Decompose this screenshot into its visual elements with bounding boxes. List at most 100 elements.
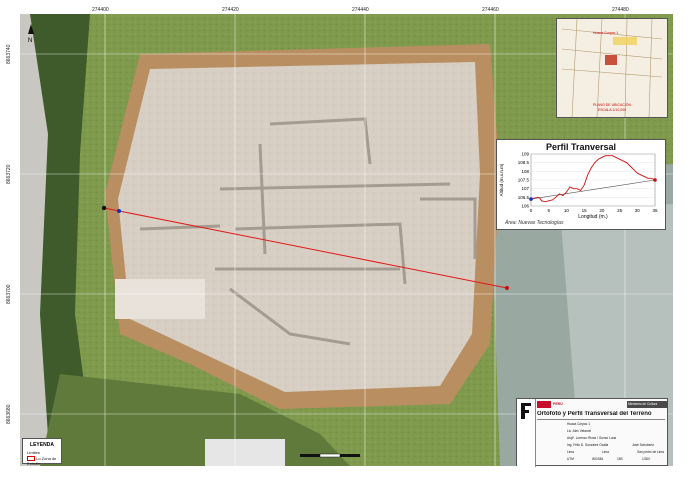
profile-point — [594, 162, 596, 164]
title-block: PERÚ Ministerio de Cultura Ortofoto y Pe… — [516, 398, 668, 467]
profile-point — [562, 195, 564, 196]
profile-point — [629, 165, 631, 167]
tb-datum: WGS84 — [592, 457, 604, 461]
cleared-platform — [115, 279, 205, 319]
tick-left-1: 8663740 — [6, 44, 12, 64]
transect-blue-marker — [117, 209, 121, 213]
profile-point — [573, 188, 574, 190]
profile-ytick-label: 107.5 — [518, 178, 530, 183]
svg-text:N: N — [28, 38, 32, 44]
profile-point — [539, 197, 541, 199]
profile-point — [551, 199, 553, 201]
profile-xtick-label: 30 — [635, 208, 641, 213]
profile-xtick-label: 20 — [599, 208, 605, 213]
legend-box: LEYENDA Límites Lo Zona de Estudio — [22, 438, 62, 466]
profile-point — [605, 155, 606, 157]
profile-ytick-label: 106.5 — [518, 195, 530, 200]
title-block-logo-area — [517, 399, 536, 467]
profile-point — [534, 197, 535, 199]
profile-start-point — [529, 197, 533, 201]
profile-point — [544, 201, 546, 203]
profile-point — [601, 157, 603, 158]
profile-ytick-label: 109 — [521, 152, 529, 157]
tick-top-2: 274420 — [222, 7, 239, 13]
transect-end-marker — [505, 286, 509, 290]
tick-left-2: 8663720 — [6, 164, 12, 184]
profile-xtick-label: 15 — [582, 208, 588, 213]
profile-point — [644, 176, 645, 177]
title-block-ministry: Ministerio de Cultura — [627, 401, 668, 408]
profile-point — [651, 177, 652, 179]
profile-point — [647, 177, 649, 179]
profile-point — [590, 167, 592, 169]
scale-bar — [300, 453, 360, 458]
profile-point — [566, 191, 567, 193]
profile-point — [576, 188, 578, 190]
location-inset: Huaca Corpac 1 PLANO DE UBICACIÓN ESCALA… — [556, 18, 668, 118]
profile-ytick-label: 108 — [521, 169, 529, 174]
title-block-title: Ortofoto y Perfil Transversal del Terren… — [537, 411, 652, 417]
profile-point — [636, 172, 638, 174]
profile-xtick-label: 5 — [547, 208, 550, 213]
profile-xtick-label: 0 — [530, 208, 533, 213]
profile-point — [548, 200, 550, 202]
profile-note: Área: Nuevas Tecnologías — [505, 220, 564, 226]
tb-author: Lic. Alex Velarcel — [567, 429, 592, 433]
profile-chart: 106 106.5 107 107.5 108 108.5 109 0 5 10 15 20 25 30 3… — [499, 152, 658, 221]
profile-point — [626, 162, 628, 164]
peru-flag-badge — [537, 401, 551, 408]
profile-ytick-label: 108.5 — [518, 160, 530, 165]
profile-xtick-label: 35 — [652, 208, 658, 213]
tick-left-3: 8663700 — [6, 284, 12, 304]
tb-province: Lima — [602, 450, 609, 454]
profile-point — [622, 160, 624, 162]
tick-top-1: 274400 — [92, 7, 109, 13]
tick-top-5: 274480 — [612, 7, 629, 13]
profile-point — [615, 157, 617, 158]
tick-top-3: 274440 — [352, 7, 369, 13]
profile-point — [580, 190, 581, 191]
profile-ylabel: Altitud (m.s.n.m) — [499, 163, 504, 196]
profile-point — [541, 200, 542, 202]
profile-ytick-label: 106 — [521, 204, 529, 209]
inset-caption-2: ESCALA 1/10,000 — [597, 108, 627, 112]
tb-team: Arqtº. Lorenzo Rioss / Gonzo Luna — [567, 436, 617, 440]
tb-dept: Lima — [567, 450, 574, 454]
inset-caption-1: PLANO DE UBICACIÓN — [592, 103, 632, 107]
building-bottom — [205, 439, 285, 466]
profile-point — [583, 184, 585, 186]
profile-point — [555, 196, 557, 198]
tb-engineer: Ing. Félix D. Gonzalez Ocalla — [567, 443, 609, 447]
profile-point — [633, 169, 635, 170]
tb-scale: 1/300 — [642, 457, 650, 461]
tb-site: Huaca Corpac 1 — [567, 422, 591, 426]
legend-item-row: Lo Zona de Estudio — [27, 456, 61, 466]
tick-top-4: 274460 — [482, 7, 499, 13]
profile-point — [619, 158, 620, 160]
profile-point — [612, 155, 613, 157]
legend-title: LEYENDA — [30, 442, 54, 448]
legend-subtitle: Límites — [27, 450, 40, 455]
map-sheet: N 274400 274420 274440 274460 274480 866… — [0, 0, 689, 487]
tb-reviewer: José Schubertz — [632, 443, 654, 447]
profile-xtick-label: 25 — [617, 208, 623, 213]
profile-point — [597, 158, 599, 160]
tick-left-4: 8663680 — [6, 404, 12, 424]
profile-point — [587, 174, 589, 176]
profile-ytick-label: 107 — [521, 186, 529, 191]
profile-point — [640, 174, 642, 176]
tb-district: San pedro de Lima — [637, 450, 664, 454]
tb-zone: 18S — [617, 457, 623, 461]
title-block-country: PERÚ — [553, 402, 563, 406]
transect-start-marker — [101, 205, 107, 211]
profile-end-point — [653, 178, 657, 182]
tb-projection: UTM — [567, 457, 574, 461]
inset-site-label: Huaca Corpac 1 — [593, 31, 619, 35]
profile-point — [569, 186, 571, 188]
inset-site-marker — [605, 55, 617, 65]
profile-panel: Perfil Tranversal 106 106.5 107 107.5 108 108… — [496, 139, 666, 230]
title-block-table: Huaca Corpac 1 Lic. Alex Velarcel Arqtº.… — [537, 419, 665, 463]
profile-xlabel: Longitud (m.) — [578, 214, 608, 220]
institution-logo — [521, 403, 531, 419]
profile-point — [558, 193, 560, 195]
